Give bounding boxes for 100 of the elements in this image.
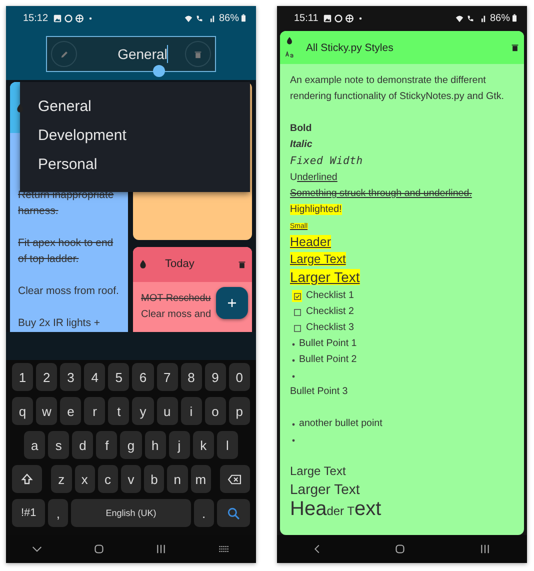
home-icon[interactable] [94,544,104,554]
keyboard-key[interactable]: b [144,465,164,493]
call-icon [466,14,475,22]
keyboard-key[interactable]: 5 [108,363,130,391]
keyboard-key[interactable]: i [180,397,202,425]
trash-icon[interactable] [511,43,519,52]
keyboard-key[interactable]: e [60,397,82,425]
space-key[interactable]: English (UK) [71,499,191,527]
bullet-icon [292,438,295,442]
note-line: Header Text [290,500,382,521]
globe-icon [75,14,84,22]
symbols-key[interactable]: !#1 [12,499,46,527]
keyboard-key[interactable]: 8 [180,363,202,391]
keyboard-key[interactable]: l [216,431,238,459]
keyboard-key[interactable]: q [12,397,34,425]
keyboard-key[interactable]: n [167,465,188,493]
text-cursor-handle[interactable] [153,65,165,77]
checkbox[interactable] [292,322,302,334]
note-text: Buy 2x IR lights + [18,316,101,331]
keyboard-key[interactable]: a [24,431,46,459]
keyboard-key[interactable]: r [84,397,106,425]
note-line: Larger Text [290,481,361,499]
keyboard-key[interactable]: 9 [204,363,226,391]
status-time: 15:12 [23,12,48,24]
keyboard-key[interactable]: 2 [36,363,58,391]
keyboard-key[interactable]: 4 [84,363,106,391]
checklist-text: Checklist 3 [306,321,354,335]
trash-icon[interactable] [238,260,246,269]
keyboard-key[interactable]: h [144,431,166,459]
drop-icon[interactable] [139,259,147,270]
keyboard-key[interactable]: y [132,397,154,425]
keyboard-key[interactable]: . [194,499,214,527]
keyboard-key[interactable]: v [120,465,142,493]
keyboard-key[interactable]: 6 [132,363,154,391]
keyboard-key[interactable]: , [48,499,68,527]
checklist-text: Checklist 1 [306,289,354,303]
wifi-icon [184,14,193,22]
keyboard-key[interactable]: t [108,397,130,425]
recents-icon[interactable] [156,544,166,554]
image-icon [323,14,332,22]
search-key[interactable] [216,499,250,527]
keyboard-key[interactable]: f [96,431,118,459]
font-size-icon[interactable] [285,51,294,59]
shift-key[interactable] [12,465,42,493]
note-line: Bullet Point 3 [290,385,349,399]
note-card[interactable]: Today MOT Reschedu Clear moss and [133,246,252,332]
bullet-text: Bullet Point 1 [299,337,357,351]
keyboard-icon[interactable] [218,545,230,553]
keyboard-key[interactable]: j [168,431,190,459]
bullet-text: another bullet point [299,417,382,431]
add-icon [227,298,237,308]
keyboard-key[interactable]: k [192,431,214,459]
checklist-text: Checklist 2 [306,305,354,319]
home-icon[interactable] [394,544,405,554]
keyboard-key[interactable]: z [51,465,72,493]
delete-button[interactable] [185,41,211,67]
globe-icon [345,14,354,22]
notification-dot-icon [89,16,92,20]
keyboard-key[interactable]: w [36,397,58,425]
keyboard-key[interactable]: g [120,431,142,459]
checkbox[interactable] [292,306,302,318]
keyboard-key[interactable]: s [48,431,70,459]
image-icon [53,14,62,22]
note-title: All Sticky.py Styles [306,42,394,54]
add-button[interactable] [216,287,248,319]
back-icon[interactable] [314,544,320,554]
keyboard-key[interactable]: o [204,397,226,425]
keyboard-key[interactable]: c [98,465,118,493]
bullet-text: Bullet Point 2 [299,353,357,367]
keyboard-key[interactable]: 3 [60,363,82,391]
keyboard-key[interactable]: x [74,465,95,493]
note-text: Return inappropriate harness. [18,188,115,219]
chevron-down-icon[interactable] [32,546,42,552]
keyboard-key[interactable]: m [190,465,211,493]
backspace-key[interactable] [220,465,250,493]
wifi-icon [454,14,464,22]
note-text: Fit apex hook to end of top ladder. [18,236,114,267]
keyboard-key[interactable]: u [156,397,178,425]
bullet-icon [292,374,295,378]
note-text: MOT Reschedu [141,292,211,306]
note-line: Bold [290,122,313,136]
drop-icon[interactable] [286,36,293,45]
note-line: Underlined [290,171,338,185]
keyboard-key[interactable]: p [228,397,250,425]
keyboard-key[interactable]: 0 [228,363,250,391]
battery-level: 86% [218,12,239,24]
note-title: Today [165,258,196,270]
keyboard-key[interactable]: 7 [156,363,178,391]
backspace-icon [227,474,242,484]
category-field[interactable]: General [46,36,216,72]
keyboard-key[interactable]: 1 [12,363,34,391]
notification-dot-icon [359,16,362,20]
bullet-icon [292,358,295,362]
pencil-icon [60,50,68,58]
drop-icon[interactable] [16,102,24,112]
recents-icon[interactable] [480,544,490,554]
keyboard-key[interactable]: d [72,431,94,459]
bullet-icon [292,422,295,426]
note-text: Clear moss from roof. [18,284,120,299]
checkbox[interactable] [292,290,302,302]
